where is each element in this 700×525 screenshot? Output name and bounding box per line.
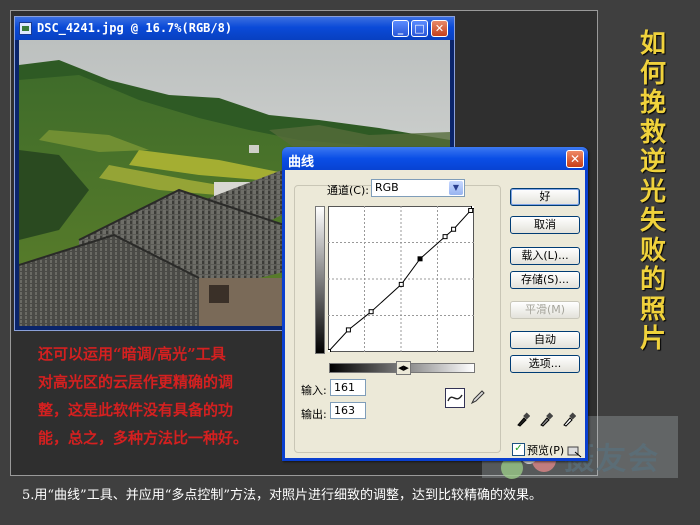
title-char: 救 — [639, 117, 666, 148]
curve-control-point[interactable] — [468, 207, 474, 213]
title-char: 挽 — [639, 88, 666, 118]
photo-window-title: DSC_4241.jpg @ 16.7%(RGB/8) — [37, 21, 233, 35]
red-text-line-2: 对高光区的云层作更精确的调 — [38, 373, 234, 391]
photoshop-document-icon — [19, 22, 32, 35]
title-char: 光 — [639, 176, 666, 207]
chevron-down-icon: ▼ — [449, 181, 463, 195]
gradient-toggle-icon[interactable]: ◀▶ — [396, 361, 411, 375]
preview-label: 预览(P) — [527, 444, 565, 457]
save-button[interactable]: 存储(S)... — [510, 271, 580, 289]
load-button[interactable]: 载入(L)... — [510, 247, 580, 265]
dialog-close-button[interactable]: ✕ — [566, 150, 584, 168]
curves-dialog-titlebar[interactable]: 曲线 ✕ — [282, 147, 588, 170]
curves-dialog: 曲线 ✕ 通道(C): RGB ▼ ◀▶ 输入: 161 输出: 163 好 取… — [282, 147, 588, 461]
output-label: 输出: — [301, 408, 327, 421]
title-char: 何 — [639, 58, 666, 89]
title-char: 逆 — [639, 147, 666, 177]
curves-dialog-title: 曲线 — [288, 155, 315, 170]
auto-button[interactable]: 自动 — [510, 331, 580, 349]
maximize-button[interactable]: □ — [411, 20, 428, 37]
red-explanation-text: 还可以运用“暗调/高光”工具 对高光区的云层作更精确的调 整，这是此软件没有具备… — [38, 340, 283, 452]
bottom-caption: 5.用“曲线”工具、并应用“多点控制”方法，对照片进行细致的调整，达到比较精确的… — [22, 488, 542, 503]
title-char: 照 — [639, 294, 666, 325]
side-vertical-title: 如 何 挽 救 逆 光 失 败 的 照 片 — [628, 29, 678, 355]
title-char: 的 — [639, 265, 666, 295]
input-value-field[interactable]: 161 — [330, 379, 366, 396]
curve-control-point[interactable] — [368, 309, 374, 315]
black-eyedropper-icon[interactable] — [516, 411, 530, 427]
pencil-tool-button[interactable] — [468, 388, 488, 408]
curve-control-point[interactable] — [328, 349, 331, 353]
input-label: 输入: — [301, 384, 327, 397]
curves-dialog-body: 通道(C): RGB ▼ ◀▶ 输入: 161 输出: 163 好 取消 载入(… — [285, 170, 585, 458]
output-gradient-bar — [315, 206, 325, 354]
white-eyedropper-icon[interactable] — [562, 411, 576, 427]
pencil-icon — [470, 390, 485, 405]
minimize-button[interactable]: _ — [392, 20, 409, 37]
curve-control-point-selected[interactable] — [417, 256, 423, 262]
red-text-line-4: 能，总之，多种方法比一种好。 — [38, 429, 249, 447]
channel-select-value: RGB — [375, 181, 399, 194]
title-char: 如 — [639, 29, 666, 59]
curve-control-point[interactable] — [451, 226, 457, 232]
photo-window-titlebar[interactable]: DSC_4241.jpg @ 16.7%(RGB/8) _ □ ✕ — [15, 17, 454, 40]
channel-select[interactable]: RGB ▼ — [371, 179, 465, 197]
curve-point-tool-button[interactable] — [445, 388, 465, 408]
output-value-field[interactable]: 163 — [330, 402, 366, 419]
resize-grip-icon[interactable] — [567, 446, 583, 458]
title-char: 片 — [639, 324, 666, 354]
curve-graph[interactable] — [328, 206, 474, 352]
curve-control-point[interactable] — [398, 281, 404, 287]
curve-control-point[interactable] — [471, 206, 475, 209]
curve-control-point[interactable] — [442, 234, 448, 240]
title-char: 败 — [639, 235, 666, 266]
ok-button[interactable]: 好 — [510, 188, 580, 206]
curve-control-point[interactable] — [345, 327, 351, 333]
curve-tool-icon — [447, 394, 463, 402]
smooth-button[interactable]: 平滑(M) — [510, 301, 580, 319]
red-text-line-1: 还可以运用“暗调/高光”工具 — [38, 345, 226, 363]
options-button[interactable]: 选项... — [510, 355, 580, 373]
title-char: 失 — [639, 206, 666, 236]
red-text-line-3: 整，这是此软件没有具备的功 — [38, 401, 234, 419]
preview-checkbox[interactable]: ✓ — [512, 443, 525, 456]
gray-eyedropper-icon[interactable] — [539, 411, 553, 427]
photo-close-button[interactable]: ✕ — [431, 20, 448, 37]
cancel-button[interactable]: 取消 — [510, 216, 580, 234]
channel-label: 通道(C): — [327, 184, 369, 197]
